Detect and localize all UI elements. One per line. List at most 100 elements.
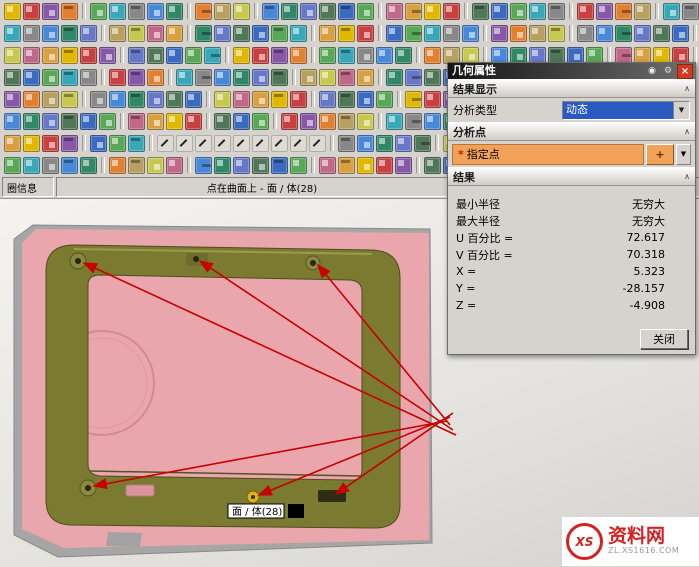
toolbar-icon[interactable] [185, 47, 202, 64]
toolbar-icon[interactable] [357, 47, 374, 64]
toolbar-icon[interactable] [281, 113, 298, 130]
toolbar-icon[interactable] [4, 25, 21, 42]
gear-icon[interactable]: ⚙ [661, 65, 675, 78]
toolbar-icon[interactable] [300, 69, 317, 86]
toolbar-icon[interactable] [319, 25, 336, 42]
toolbar-icon[interactable] [166, 157, 183, 174]
toolbar-icon[interactable] [233, 91, 250, 108]
toolbar-icon[interactable] [357, 91, 374, 108]
toolbar-icon[interactable] [319, 91, 336, 108]
toolbar-icon[interactable] [109, 91, 126, 108]
toolbar-icon[interactable] [424, 113, 441, 130]
toolbar-icon[interactable] [357, 25, 374, 42]
toolbar-icon[interactable] [252, 157, 269, 174]
toolbar-icon[interactable] [23, 113, 40, 130]
toolbar-icon[interactable] [653, 25, 670, 42]
toolbar-icon[interactable] [424, 25, 441, 42]
toolbar-icon[interactable] [395, 47, 412, 64]
toolbar-icon[interactable] [577, 25, 594, 42]
toolbar-icon[interactable] [128, 69, 145, 86]
toolbar-icon[interactable] [233, 157, 250, 174]
toolbar-icon[interactable] [128, 113, 145, 130]
toolbar-icon[interactable] [529, 25, 546, 42]
toolbar-icon[interactable] [80, 113, 97, 130]
toolbar-icon[interactable] [424, 69, 441, 86]
toolbar-icon[interactable] [405, 113, 422, 130]
toolbar-icon[interactable] [4, 135, 21, 152]
toolbar-icon[interactable] [61, 69, 78, 86]
toolbar-icon[interactable] [99, 47, 116, 64]
toolbar-icon[interactable] [214, 157, 231, 174]
toolbar-icon[interactable] [147, 113, 164, 130]
point-options-dropdown-icon[interactable]: ▼ [676, 144, 691, 165]
toolbar-icon[interactable] [300, 113, 317, 130]
toolbar-icon[interactable] [147, 25, 164, 42]
toolbar-icon[interactable] [510, 3, 527, 20]
toolbar-icon[interactable] [90, 135, 107, 152]
toolbar-icon[interactable] [4, 91, 21, 108]
toolbar-icon[interactable] [80, 47, 97, 64]
toolbar-icon[interactable] [548, 47, 565, 64]
toolbar-icon[interactable] [424, 47, 441, 64]
toolbar-icon[interactable] [252, 25, 269, 42]
toolbar-icon[interactable] [271, 157, 288, 174]
toolbar-icon[interactable] [61, 135, 78, 152]
toolbar-icon[interactable] [376, 47, 393, 64]
toolbar-icon[interactable] [271, 47, 288, 64]
toolbar-icon[interactable] [109, 25, 126, 42]
toolbar-icon[interactable] [195, 69, 212, 86]
toolbar-icon[interactable] [252, 113, 269, 130]
toolbar-icon[interactable] [185, 113, 202, 130]
toolbar-icon[interactable] [233, 47, 250, 64]
toolbar-icon[interactable] [42, 157, 59, 174]
toolbar-icon[interactable] [376, 135, 393, 152]
toolbar-icon[interactable] [109, 3, 126, 20]
toolbar-icon[interactable] [443, 3, 460, 20]
toolbar-icon[interactable] [548, 25, 565, 42]
toolbar-icon[interactable] [319, 157, 336, 174]
toolbar-icon[interactable] [195, 25, 212, 42]
toolbar-icon[interactable] [233, 3, 250, 20]
toolbar-icon[interactable] [147, 47, 164, 64]
toolbar-icon[interactable] [147, 157, 164, 174]
toolbar-icon[interactable] [214, 91, 231, 108]
toolbar-icon[interactable] [195, 135, 212, 152]
toolbar-icon[interactable] [357, 3, 374, 20]
toolbar-icon[interactable] [663, 3, 680, 20]
toolbar-icon[interactable] [214, 113, 231, 130]
toolbar-icon[interactable] [61, 91, 78, 108]
toolbar-icon[interactable] [147, 69, 164, 86]
toolbar-icon[interactable] [462, 25, 479, 42]
toolbar-icon[interactable] [424, 3, 441, 20]
toolbar-icon[interactable] [61, 3, 78, 20]
toolbar-icon[interactable] [4, 47, 21, 64]
toolbar-icon[interactable] [42, 69, 59, 86]
toolbar-icon[interactable] [357, 113, 374, 130]
toolbar-icon[interactable] [386, 25, 403, 42]
toolbar-icon[interactable] [90, 3, 107, 20]
point-dialog-icon[interactable]: + [646, 144, 674, 165]
toolbar-icon[interactable] [443, 47, 460, 64]
toolbar-icon[interactable] [682, 3, 699, 20]
toolbar-icon[interactable] [491, 25, 508, 42]
close-button[interactable]: 关闭 [640, 329, 688, 349]
toolbar-icon[interactable] [577, 3, 594, 20]
toolbar-icon[interactable] [491, 47, 508, 64]
toolbar-icon[interactable] [147, 91, 164, 108]
toolbar-icon[interactable] [4, 3, 21, 20]
toolbar-icon[interactable] [510, 47, 527, 64]
toolbar-icon[interactable] [214, 25, 231, 42]
toolbar-icon[interactable] [42, 113, 59, 130]
toolbar-icon[interactable] [615, 3, 632, 20]
toolbar-icon[interactable] [128, 3, 145, 20]
section-results[interactable]: 结果 ∧ [448, 167, 695, 186]
toolbar-icon[interactable] [357, 135, 374, 152]
toolbar-icon[interactable] [596, 3, 613, 20]
toolbar-icon[interactable] [376, 157, 393, 174]
toolbar-icon[interactable] [319, 113, 336, 130]
toolbar-icon[interactable] [61, 25, 78, 42]
analysis-type-select[interactable]: 动态 ▼ [562, 101, 690, 120]
toolbar-icon[interactable] [405, 69, 422, 86]
toolbar-icon[interactable] [472, 3, 489, 20]
pin-icon[interactable]: ◉ [645, 65, 659, 78]
